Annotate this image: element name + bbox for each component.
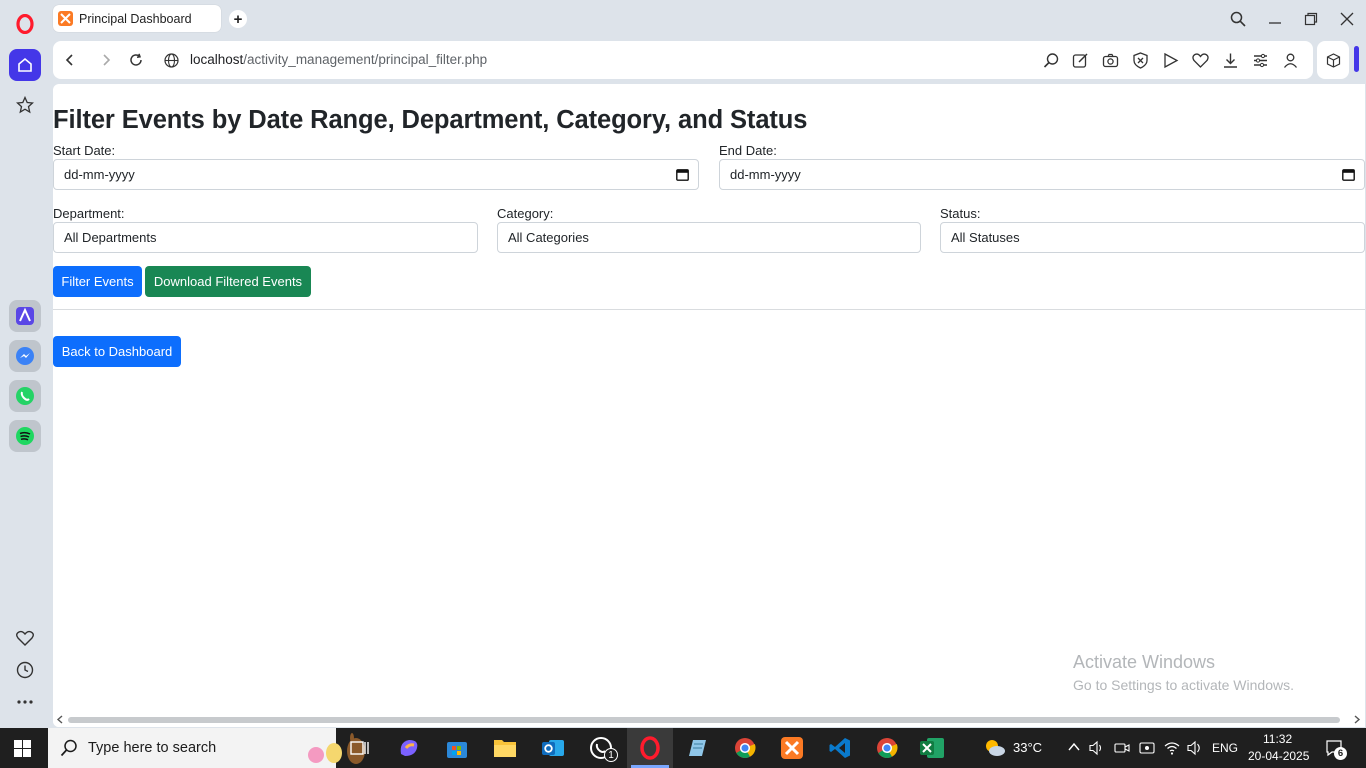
search-placeholder: Type here to search xyxy=(88,740,217,756)
end-date-value: dd-mm-yyyy xyxy=(730,167,801,182)
show-hidden-icons-chevron-icon[interactable] xyxy=(1067,740,1081,757)
url-field[interactable]: localhost/activity_management/principal_… xyxy=(190,52,487,67)
opera-logo-icon[interactable] xyxy=(9,8,41,40)
whatsapp-badge: 1 xyxy=(604,748,618,762)
camera-snapshot-icon[interactable] xyxy=(1102,52,1119,69)
battery-speaker-icon[interactable] xyxy=(1187,740,1203,759)
file-explorer-icon[interactable] xyxy=(491,734,519,762)
edit-icon[interactable] xyxy=(1072,52,1089,69)
department-select[interactable]: All Departments xyxy=(53,222,478,253)
url-host: localhost xyxy=(190,52,244,67)
easy-setup-icon[interactable] xyxy=(1252,52,1269,69)
status-label: Status: xyxy=(940,206,981,221)
task-view-icon[interactable] xyxy=(346,734,374,762)
address-bar: localhost/activity_management/principal_… xyxy=(53,41,1313,79)
globe-icon[interactable] xyxy=(162,51,180,69)
weather-temperature[interactable]: 33°C xyxy=(1013,740,1042,755)
activate-windows-subtitle: Go to Settings to activate Windows. xyxy=(1073,677,1294,693)
horizontal-scrollbar[interactable] xyxy=(53,712,1365,727)
reload-icon[interactable] xyxy=(127,51,145,69)
end-date-input[interactable]: dd-mm-yyyy xyxy=(719,159,1365,190)
back-arrow-icon[interactable] xyxy=(61,51,79,69)
notifications-count: 6 xyxy=(1334,747,1347,760)
whatsapp-taskbar-icon[interactable]: 1 xyxy=(587,734,618,762)
new-tab-plus-icon[interactable]: + xyxy=(229,10,247,28)
windows-taskbar: Type here to search 1 33°C ENG 11:32 20-… xyxy=(0,728,1366,768)
volume-icon[interactable] xyxy=(1089,740,1105,759)
opera-taskbar-icon[interactable] xyxy=(636,734,664,762)
wifi-icon[interactable] xyxy=(1164,740,1180,759)
page-search-icon[interactable] xyxy=(1043,52,1060,69)
department-value: All Departments xyxy=(64,230,157,245)
end-date-label: End Date: xyxy=(719,143,777,158)
start-date-label: Start Date: xyxy=(53,143,116,158)
clock-date[interactable]: 20-04-2025 xyxy=(1248,749,1309,763)
aria-icon[interactable] xyxy=(9,300,41,332)
restore-icon[interactable] xyxy=(1300,8,1322,30)
outlook-icon[interactable] xyxy=(539,734,567,762)
download-icon[interactable] xyxy=(1222,52,1239,69)
taskbar-search-box[interactable]: Type here to search xyxy=(48,728,365,768)
xampp-icon[interactable] xyxy=(778,734,806,762)
scrollbar-thumb[interactable] xyxy=(68,717,1340,723)
close-icon[interactable] xyxy=(1336,8,1358,30)
history-clock-icon[interactable] xyxy=(9,654,41,686)
meet-now-icon[interactable] xyxy=(1139,740,1155,759)
chrome-profile-icon[interactable] xyxy=(873,734,901,762)
pinboard-heart-icon[interactable] xyxy=(1192,52,1209,69)
minimize-icon[interactable] xyxy=(1264,8,1286,30)
language-indicator[interactable]: ENG xyxy=(1212,741,1238,755)
windows-start-icon[interactable] xyxy=(14,740,31,760)
adblock-shield-icon[interactable] xyxy=(1132,52,1149,69)
star-icon[interactable] xyxy=(9,89,41,121)
extensions-cube-icon[interactable] xyxy=(1317,41,1349,79)
notes-app-icon[interactable] xyxy=(683,734,711,762)
search-icon xyxy=(60,739,77,757)
forward-arrow-icon[interactable] xyxy=(97,51,115,69)
status-value: All Statuses xyxy=(951,230,1020,245)
start-date-input[interactable]: dd-mm-yyyy xyxy=(53,159,699,190)
scroll-right-icon[interactable] xyxy=(1353,715,1361,724)
whatsapp-icon[interactable] xyxy=(9,380,41,412)
camera-tray-icon[interactable] xyxy=(1114,740,1130,759)
calendar-icon[interactable] xyxy=(676,168,689,181)
status-select[interactable]: All Statuses xyxy=(940,222,1365,253)
category-value: All Categories xyxy=(508,230,589,245)
browser-tab[interactable]: Principal Dashboard xyxy=(53,5,221,32)
opera-sidebar xyxy=(0,0,50,728)
page-content: Filter Events by Date Range, Department,… xyxy=(53,84,1365,727)
sidebar-scroll-indicator xyxy=(1354,46,1359,72)
calendar-icon[interactable] xyxy=(1342,168,1355,181)
xampp-favicon-icon xyxy=(58,11,73,26)
page-title: Filter Events by Date Range, Department,… xyxy=(53,106,808,134)
vscode-icon[interactable] xyxy=(826,734,854,762)
messenger-icon[interactable] xyxy=(9,340,41,372)
excel-icon[interactable] xyxy=(918,734,946,762)
filter-events-button[interactable]: Filter Events xyxy=(53,266,142,297)
activate-windows-title: Activate Windows xyxy=(1073,652,1216,672)
start-date-value: dd-mm-yyyy xyxy=(64,167,135,182)
clock-time[interactable]: 11:32 xyxy=(1263,732,1292,746)
divider xyxy=(53,309,1365,310)
back-to-dashboard-button[interactable]: Back to Dashboard xyxy=(53,336,181,367)
download-filtered-events-button[interactable]: Download Filtered Events xyxy=(145,266,311,297)
profile-icon[interactable] xyxy=(1282,52,1299,69)
search-tabs-icon[interactable] xyxy=(1227,8,1249,30)
department-label: Department: xyxy=(53,206,125,221)
heart-icon[interactable] xyxy=(9,622,41,654)
more-dots-icon[interactable] xyxy=(9,686,41,718)
url-path: /activity_management/principal_filter.ph… xyxy=(243,52,488,67)
category-select[interactable]: All Categories xyxy=(497,222,921,253)
spotify-icon[interactable] xyxy=(9,420,41,452)
scroll-left-icon[interactable] xyxy=(56,715,64,724)
weather-icon[interactable] xyxy=(984,738,1006,761)
copilot-icon[interactable] xyxy=(395,734,423,762)
chrome-icon[interactable] xyxy=(731,734,759,762)
notifications-icon[interactable]: 6 xyxy=(1325,739,1347,760)
category-label: Category: xyxy=(497,206,554,221)
microsoft-store-icon[interactable] xyxy=(443,734,471,762)
send-flow-icon[interactable] xyxy=(1162,52,1179,69)
home-icon[interactable] xyxy=(9,49,41,81)
tab-title: Principal Dashboard xyxy=(79,11,192,26)
